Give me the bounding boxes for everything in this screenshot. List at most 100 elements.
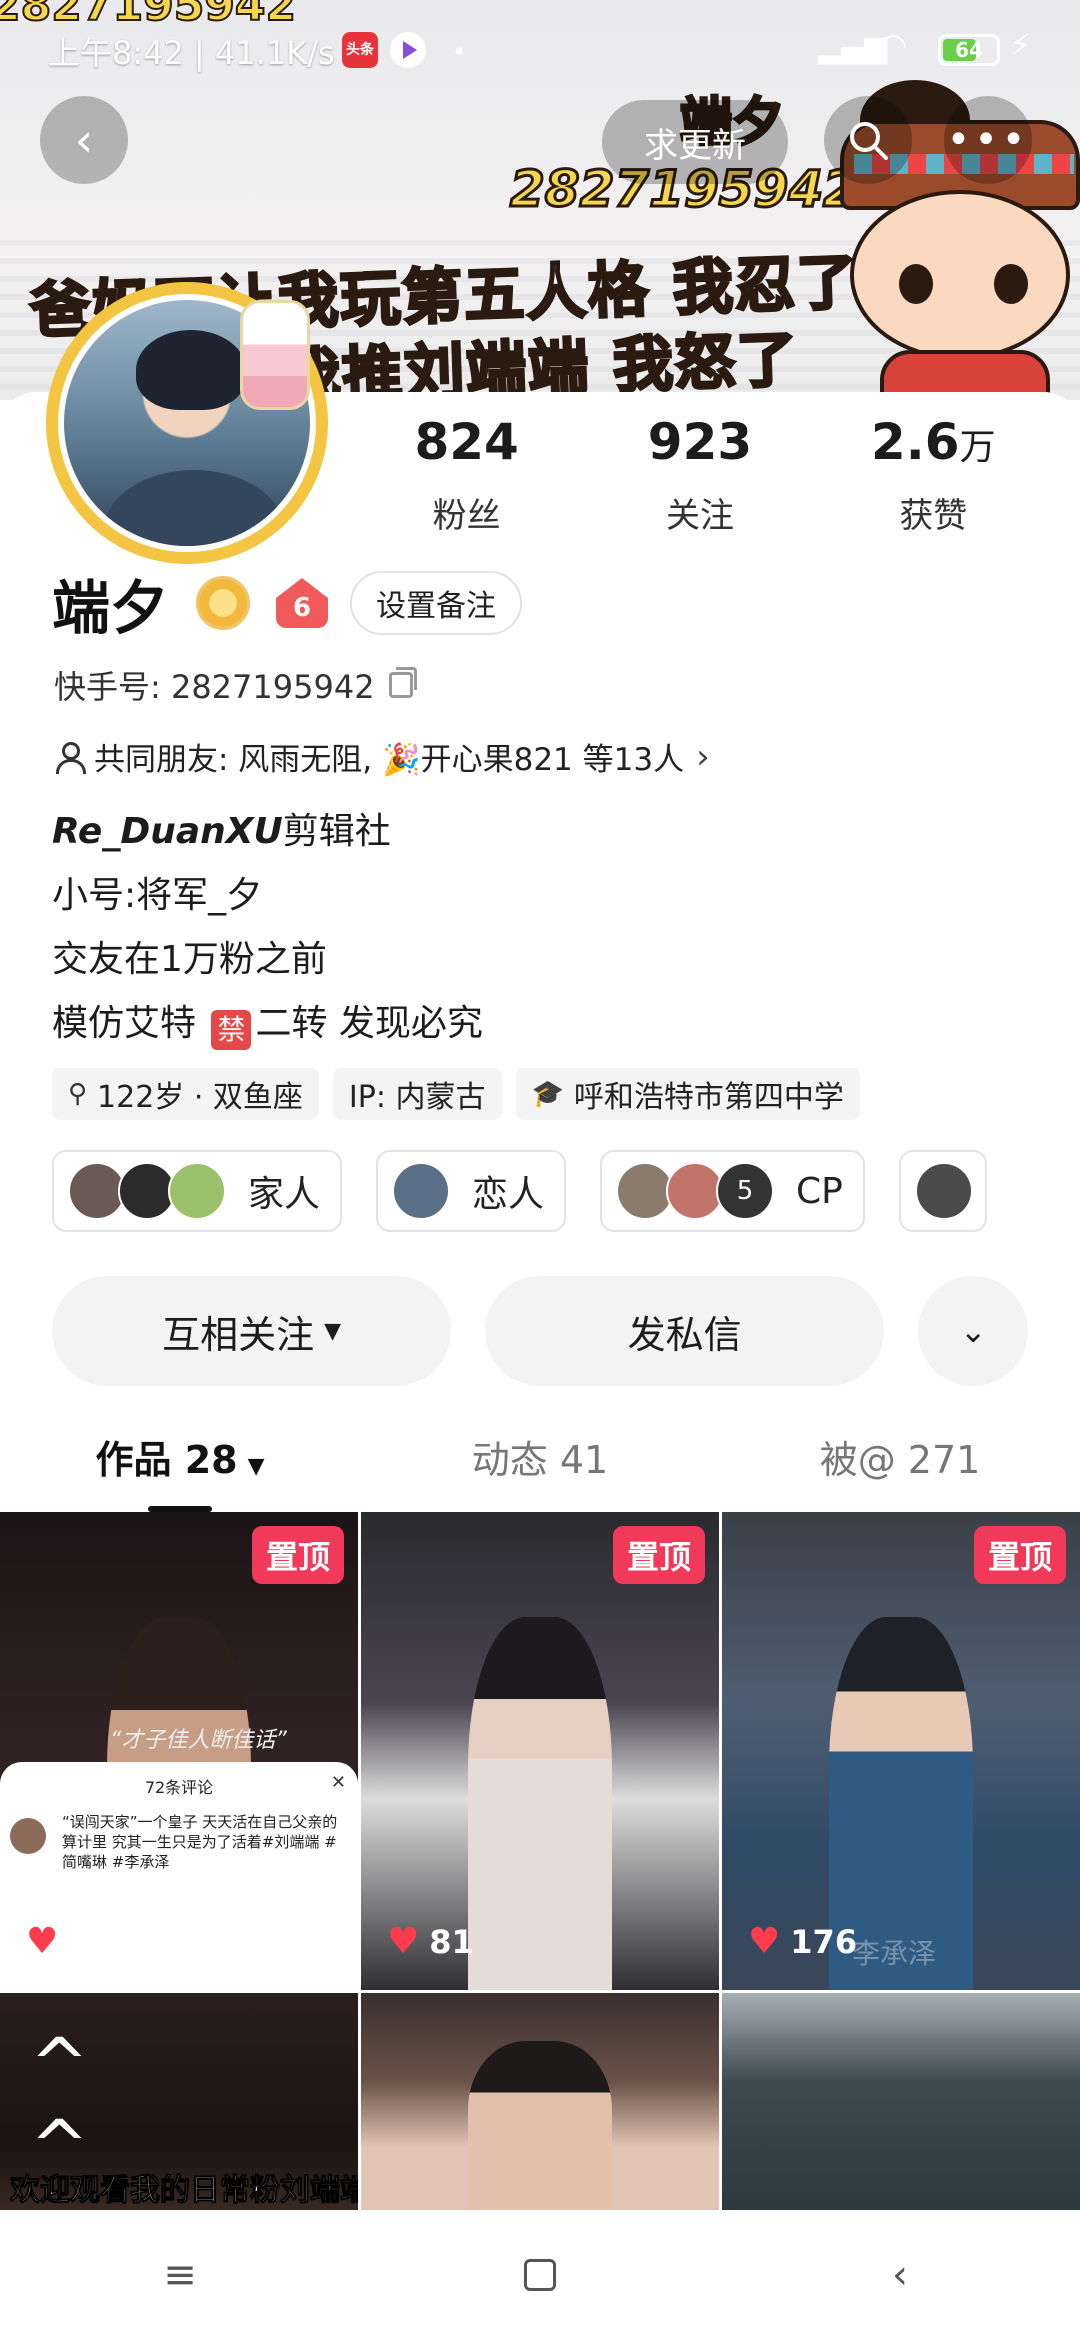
request-update-button[interactable]: 求更新 <box>602 100 788 184</box>
video-thumbnail[interactable] <box>361 1993 719 2213</box>
mutual-friends-text: 共同朋友: 风雨无阻, 🎉开心果821 等13人 <box>94 742 685 778</box>
heart-icon: ♥ <box>387 1921 420 1962</box>
chevron-right-icon: › <box>696 736 710 777</box>
video-caption: 欢迎观看我的日常粉刘端端 <box>10 2173 359 2209</box>
profile-stats: 824 粉丝 923 关注 2.6万 获赞 <box>350 410 1050 550</box>
person-icon <box>54 741 86 774</box>
video-thumbnail[interactable] <box>722 1993 1080 2213</box>
tag-age-zodiac: ⚲ 122岁 · 双鱼座 <box>52 1068 319 1120</box>
stat-fans-value: 824 <box>414 413 519 471</box>
status-bar: 上午8:42 | 41.1K/s 头条 • ▂▄▆ ◠ 64 ⚡ <box>0 0 1080 100</box>
video-app-icon <box>390 32 426 68</box>
wifi-icon: ◠ <box>878 26 908 66</box>
caret-down-icon: ▼ <box>247 1454 265 1479</box>
pinned-badge: 置顶 <box>612 1526 705 1584</box>
pinned-badge: 置顶 <box>973 1526 1066 1584</box>
send-message-button[interactable]: 发私信 <box>485 1276 885 1386</box>
relations-row: 家人 恋人 5 CP <box>52 1150 1080 1234</box>
mutual-friends-row[interactable]: 共同朋友: 风雨无阻, 🎉开心果821 等13人 › <box>54 734 710 779</box>
tab-moments[interactable]: 动态 41 <box>360 1420 720 1516</box>
video-subtitle: “才子佳人断佳话” <box>110 1728 287 1753</box>
heart-icon: ♥ <box>748 1921 781 1962</box>
tag-ip-location: IP: 内蒙古 <box>332 1068 502 1120</box>
avatar <box>168 1162 226 1220</box>
level-badge[interactable]: 6 <box>276 578 329 628</box>
stat-likes-value: 2.6 <box>871 413 960 471</box>
stat-following[interactable]: 923 关注 <box>583 410 816 550</box>
profile-name: 端夕 <box>52 574 169 642</box>
tab-works-label: 作品 28 <box>95 1438 238 1482</box>
medal-badge-icon[interactable] <box>196 576 251 630</box>
comment-overlay-title: 72条评论 <box>144 1778 214 1797</box>
bio: Re_DuanXU剪辑社 小号:将军_夕 交友在1万粉之前 模仿艾特 禁二转 发… <box>52 800 483 1056</box>
search-icon: ⚲ <box>68 1079 88 1109</box>
bio-line-4-prefix: 模仿艾特 <box>52 1003 208 1044</box>
system-back-button[interactable]: ‹ <box>870 2245 930 2305</box>
relation-cp-label: CP <box>796 1170 843 1212</box>
video-thumbnail[interactable]: 置顶 李承泽 ♥ 176 <box>722 1512 1080 1990</box>
menu-button[interactable]: ≡ <box>150 2245 210 2305</box>
video-grid: “才子佳人断佳话” 置顶 72条评论 ✕ “误闯天家”一个皇子 天天活在自己父亲… <box>0 1512 1080 2213</box>
relation-lover[interactable]: 恋人 <box>376 1150 567 1232</box>
close-icon: ✕ <box>330 1772 346 1793</box>
bio-line-4: 模仿艾特 禁二转 发现必究 <box>52 992 483 1056</box>
status-time: 上午8:42 | 41.1K/s <box>48 34 335 72</box>
charging-icon: ⚡ <box>1010 28 1032 63</box>
heart-icon: ♥ <box>26 1921 59 1962</box>
like-count-value: 176 <box>790 1922 858 1961</box>
copy-icon[interactable] <box>388 667 417 698</box>
system-navigation-bar: ≡ ‹ <box>0 2210 1080 2340</box>
more-icon: ••• <box>946 117 1030 163</box>
video-thumbnail[interactable]: 置顶 ♥ 81 <box>361 1512 719 1990</box>
comment-overlay-text: “误闯天家”一个皇子 天天活在自己父亲的算计里 究其一生只是为了活着#刘端端 #… <box>62 1813 338 1871</box>
relation-cp[interactable]: 5 CP <box>600 1150 865 1232</box>
video-thumbnail[interactable]: “才子佳人断佳话” 置顶 72条评论 ✕ “误闯天家”一个皇子 天天活在自己父亲… <box>0 1512 358 1990</box>
cat-ears-sticker: ^ ^ <box>30 2023 209 2187</box>
forbidden-badge: 禁 <box>211 1010 252 1050</box>
signal-icon: ▂▄▆ <box>818 30 888 65</box>
search-icon <box>850 122 888 160</box>
back-button[interactable]: ‹ <box>40 96 128 184</box>
bio-line-1-rest: 剪辑社 <box>282 811 391 852</box>
like-count: ♥ 176 <box>748 1921 857 1962</box>
video-figure-image <box>468 1617 612 1990</box>
banner-line-2-suffix: 我怒了 <box>588 323 801 400</box>
bio-line-2: 小号:将军_夕 <box>52 875 263 916</box>
like-count-value: 123 <box>68 1922 136 1961</box>
like-count: ♥ 81 <box>387 1921 474 1962</box>
bio-line-1: Re_DuanXU剪辑社 <box>52 800 483 864</box>
avatar <box>914 1162 973 1220</box>
school-icon: 🎓 <box>531 1079 564 1109</box>
relation-family[interactable]: 家人 <box>52 1150 343 1232</box>
bio-line-1-bold: Re_DuanXU <box>52 811 283 852</box>
avatar-frame-cake-decoration <box>240 300 310 410</box>
like-count: ♥ 123 <box>26 1921 135 1962</box>
back-icon: ‹ <box>892 2252 908 2298</box>
profile-tags: ⚲ 122岁 · 双鱼座 IP: 内蒙古 🎓 呼和浩特市第四中学 <box>52 1068 860 1120</box>
chevron-left-icon: ‹ <box>74 113 94 167</box>
home-icon <box>524 2259 556 2291</box>
tab-mentions[interactable]: 被@ 271 <box>720 1420 1080 1516</box>
tab-works[interactable]: 作品 28 ▼ <box>0 1420 360 1516</box>
pinned-badge: 置顶 <box>251 1526 344 1584</box>
video-thumbnail[interactable]: ^ ^ 欢迎观看我的日常粉刘端端 <box>0 1993 358 2213</box>
stat-fans-label: 粉丝 <box>432 496 501 536</box>
mutual-follow-button[interactable]: 互相关注 ▼ <box>52 1276 452 1386</box>
mutual-follow-label: 互相关注 <box>162 1312 315 1357</box>
home-button[interactable] <box>510 2245 570 2305</box>
name-row: 端夕 6 设置备注 <box>52 568 523 642</box>
tag-age-zodiac-text: 122岁 · 双鱼座 <box>97 1080 303 1115</box>
bio-line-3: 交友在1万粉之前 <box>52 939 327 980</box>
tag-school[interactable]: 🎓 呼和浩特市第四中学 <box>515 1068 860 1120</box>
set-remark-button[interactable]: 设置备注 <box>350 571 523 635</box>
search-button[interactable] <box>824 96 912 184</box>
more-button[interactable]: ••• <box>944 96 1032 184</box>
stat-likes-label: 获赞 <box>899 496 968 536</box>
stat-likes[interactable]: 2.6万 获赞 <box>817 410 1050 550</box>
action-row: 互相关注 ▼ 发私信 ⌄ <box>52 1276 1029 1386</box>
like-count-value: 81 <box>429 1922 474 1961</box>
stat-fans[interactable]: 824 粉丝 <box>350 410 583 550</box>
expand-button[interactable]: ⌄ <box>918 1276 1029 1386</box>
relation-more[interactable] <box>898 1150 987 1232</box>
stat-following-value: 923 <box>647 413 753 471</box>
